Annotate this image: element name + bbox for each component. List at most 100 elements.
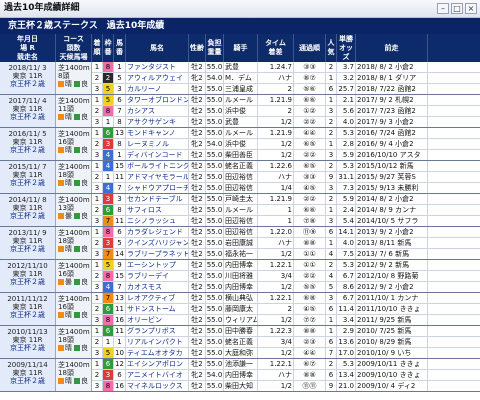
cell-horse-name[interactable]: カラダレジェンド [126,227,189,237]
cell-horse-name[interactable]: シャドウアプローチ [126,183,189,193]
close-button[interactable]: × [465,3,477,14]
cell-horse-no: 1 [114,150,126,160]
race-name: 京王杯２歳 [10,146,45,154]
cell-horse-name[interactable]: レーヌミノル [126,139,189,149]
race-info-cell[interactable]: 2013/11/ 9 東京 11R 京王杯２歳 [0,227,56,259]
cell-horse-name[interactable]: エイシンアポロン [126,359,189,369]
cell-horse-name[interactable]: リアルインパクト [126,337,189,347]
cell-horse-name[interactable]: モンドキャンノ [126,128,189,138]
table-row[interactable]: 3 4 1 ディバインコード 牡2 55.0 柴田善臣 1/2 ②② 3 5.9 2016/10/10… [92,150,480,160]
cell-popularity: 4 [326,249,337,259]
cell-sex-age: 牡2 [189,271,206,281]
cell-horse-name[interactable]: オリービン [126,315,189,325]
field-size: 13頭 [58,204,74,212]
table-row[interactable]: 2 8 7 カシアス 牡2 55.0 浜中俊 2 ①② 3 5.6 2017/ 7/23 函館2 [92,106,480,117]
table-row[interactable]: 2 1 1 リアルインパクト 牡2 55.0 蛯名正義 3/4 ②③ 6 13.6 2010/ 8/2… [92,337,480,348]
cell-horse-name[interactable]: サフィロス [126,205,189,215]
race-info-cell[interactable]: 2011/11/12 東京 11R 京王杯２歳 [0,293,56,325]
maximize-button[interactable]: □ [451,3,463,14]
cell-horse-name[interactable]: アドマイヤモラール [126,172,189,182]
weather-text: 晴 [65,179,72,187]
race-info-cell[interactable]: 2017/11/ 4 東京 11R 京王杯２歳 [0,95,56,127]
cell-horse-name[interactable]: セカンドテーブル [126,194,189,204]
table-row[interactable]: 1 3 3 セカンドテーブル 牡2 55.0 戸崎圭太 1.21.9 ②② 2 5.9 2014/ 8… [92,194,480,205]
cell-horse-name[interactable]: クインズハリジャン [126,238,189,248]
table-row[interactable]: 3 7 11 ニシノラッシュ 牡2 55.0 田辺裕信 1 ⑦⑧ 3 5.4 2014/10/ 5 サ… [92,216,480,226]
cell-previous-race: 2010/ 7/25 新馬 [356,326,428,336]
cell-previous-race: 2011/10/ 1 カンナ [356,293,428,303]
table-row[interactable]: 3 5 3 カルリーノ 牡2 55.0 三浦皇成 2 ⑤⑥ 6 25.7 2018/ 7/22 函館2 [92,84,480,94]
cell-horse-name[interactable]: グランプリボス [126,326,189,336]
weather-going: 曇良 [58,212,91,220]
table-row[interactable]: 2 3 6 アニメイトバイオ 牝2 54.0 内田博幸 ハナ ⑧⑧ 6 13.4 2009/10/10… [92,370,480,381]
cell-horse-name[interactable]: ラブリーデイ [126,271,189,281]
table-row[interactable]: 2 1 11 アドマイヤモラール 牡2 55.0 田辺裕信 ハナ ③③ 9 31.1 2015/ 9/… [92,172,480,183]
cell-horse-name[interactable]: サドンストーム [126,304,189,314]
table-row[interactable]: 3 7 14 ラブリープラネット 牡2 55.0 福永祐一 1/2 ①① 4 7.5 2013/ 7/… [92,249,480,259]
going-icon [74,180,80,186]
table-row[interactable]: 3 8 16 オリービン 牡2 55.0 ウィリアム 1/2 ⑦⑦ 1 3.4 2011/ 9/25 … [92,315,480,325]
table-row[interactable]: 1 8 1 ファンタジスト 牡2 55.0 武豊 1.24.7 ③③ 2 3.7 2018/ 8/ 2… [92,62,480,73]
cell-horse-name[interactable]: カルリーノ [126,84,189,94]
cell-horse-name[interactable]: ディバインコード [126,150,189,160]
race-info-cell[interactable]: 2015/11/ 7 東京 11R 京王杯２歳 [0,161,56,193]
table-row[interactable]: 3 8 16 マイネルロックス 牡2 55.0 柴田大知 1/2 ⑪⑪ 9 21.0 2009/10/… [92,381,480,391]
cell-weight: 55.0 [206,161,224,171]
table-row[interactable]: 3 5 10 ティエムオオタカ 牡2 55.0 大庭和弥 1/2 ④④ 7 17.0 2010/10/… [92,348,480,358]
cell-horse-name[interactable]: カシアス [126,106,189,116]
cell-horse-name[interactable]: アウィルアウェイ [126,73,189,83]
table-row[interactable]: 3 1 8 アサクサゲンキ 牡2 55.0 武豊 1/2 ②② 2 4.0 2017/ 9/ 3 小倉… [92,117,480,127]
race-info-cell[interactable]: 2010/11/13 東京 11R 京王杯２歳 [0,326,56,358]
cell-sex-age: 牡2 [189,150,206,160]
weather-icon [58,213,64,219]
race-info-cell[interactable]: 2018/11/ 3 東京 11R 京王杯２歳 [0,62,56,94]
cell-passing: ②② [294,194,326,204]
table-row[interactable]: 2 3 8 レーヌミノル 牝2 54.0 浜中俊 1/2 ⑥⑤ 1 2.8 2016/ 9/ 4 小倉… [92,139,480,150]
cell-jockey: 横山典弘 [224,293,258,303]
cell-popularity: 3 [326,293,337,303]
cell-horse-name[interactable]: ニシノラッシュ [126,216,189,226]
cell-horse-name[interactable]: ボールライトニング [126,161,189,171]
cell-horse-name[interactable]: ラブリープラネット [126,249,189,259]
race-info-cell[interactable]: 2016/11/ 5 東京 11R 京王杯２歳 [0,128,56,160]
table-row[interactable]: 2 3 5 クインズハリジャン 牡2 55.0 岩田康誠 ハナ ⑧⑧ 1 4.0 2013/ 8/11… [92,238,480,249]
race-info-cell[interactable]: 2009/11/14 東京 11R 京王杯２歳 [0,359,56,391]
cell-popularity: 6 [326,304,337,314]
race-info-cell[interactable]: 2014/11/ 8 東京 11R 京王杯２歳 [0,194,56,226]
field-size: 18頭 [58,336,74,344]
table-row[interactable]: 2 2 5 アウィルアウェイ 牝2 54.0 M．デム ハナ ⑧⑦ 1 3.2 2018/ 8/ 1 … [92,73,480,84]
race-name: 京王杯２歳 [10,278,45,286]
table-row[interactable]: 1 4 15 ボールライトニング 牡2 55.0 蛯名正義 1.22.6 ⑥⑤ 2 5.3 2015/… [92,161,480,172]
table-row[interactable]: 3 4 7 シャドウアプローチ 牡2 55.0 田辺裕信 1/4 ④⑤ 3 7.3 2015/ 9/1… [92,183,480,193]
cell-previous-race: 2013/ 8/11 新馬 [356,238,428,248]
table-row[interactable]: 1 6 11 グランプリボス 牡2 55.0 田中勝春 1.22.3 ⑧⑧ 1 2.9 2010/ 7… [92,326,480,337]
cell-horse-name[interactable]: カオスモス [126,282,189,292]
cell-horse-name[interactable]: アニメイトバイオ [126,370,189,380]
table-row[interactable]: 1 8 6 カラダレジェンド 牡2 55.0 田辺裕信 1.22.0 ⑪⑨ 6 14.1 2013/ … [92,227,480,238]
cell-horse-name[interactable]: ティエムオオタカ [126,348,189,358]
table-row[interactable]: 3 4 7 カオスモス 牡2 55.0 内田博幸 1/2 ⑤⑤ 5 8.6 2012/ 9/ 2 小倉… [92,282,480,292]
race-name: 京王杯２歳 [10,113,45,121]
table-row[interactable]: 1 7 13 レオアクティブ 牡2 55.0 横山典弘 1.22.1 ⑥⑧ 3 6.7 2011/10… [92,293,480,304]
cell-horse-name[interactable]: ファンタジスト [126,62,189,72]
cell-jockey: ウィリアム [225,315,258,325]
table-row[interactable]: 2 8 15 ラブリーデイ 牡2 55.0 川田将雅 3/4 ②② 4 6.7 2012/10/ 8 … [92,271,480,282]
cell-horse-name[interactable]: タワーオブロンドン [126,95,189,105]
cell-weight: 55.0 [206,337,224,347]
cell-horse-name[interactable]: レオアクティブ [126,293,189,303]
minimize-button[interactable]: – [437,3,449,14]
table-row[interactable]: 1 5 6 タワーオブロンドン 牡2 55.0 ルメール 1.21.9 ⑥⑥ 1 2.1 2017/ … [92,95,480,106]
table-row[interactable]: 1 5 9 エーシントップ 牡2 55.0 内田博幸 1.22.1 ①① 2 5.3 2012/ 9/… [92,260,480,271]
going-icon [74,114,80,120]
race-info-cell[interactable]: 2012/11/10 東京 11R 京王杯２歳 [0,260,56,292]
table-row[interactable]: 2 6 8 サフィロス 牡2 55.0 ルメール 1 ⑥⑥ 1 2.4 2014/ 8/ 9 カンナ [92,205,480,216]
table-row[interactable]: 1 6 12 エイシンアポロン 牡2 55.0 池添謙一 1.22.1 ⑥⑦ 2 5.3 2009/1… [92,359,480,370]
table-row[interactable]: 2 6 11 サドンストーム 牡2 55.0 藤岡康太 2 ④⑤ 6 11.4 2011/10/10 … [92,304,480,315]
cell-horse-name[interactable]: エーシントップ [126,260,189,270]
cell-weight: 55.0 [206,84,224,94]
cell-horse-name[interactable]: アサクサゲンキ [126,117,189,127]
cell-odds: 4.0 [337,238,356,248]
cell-horse-name[interactable]: マイネルロックス [126,381,189,391]
course-cell: 芝1400m 16頭晴良 [56,293,92,325]
table-row[interactable]: 1 6 13 モンドキャンノ 牡2 55.0 ルメール 1.21.9 ④④ 2 5.3 2016/ 7… [92,128,480,139]
